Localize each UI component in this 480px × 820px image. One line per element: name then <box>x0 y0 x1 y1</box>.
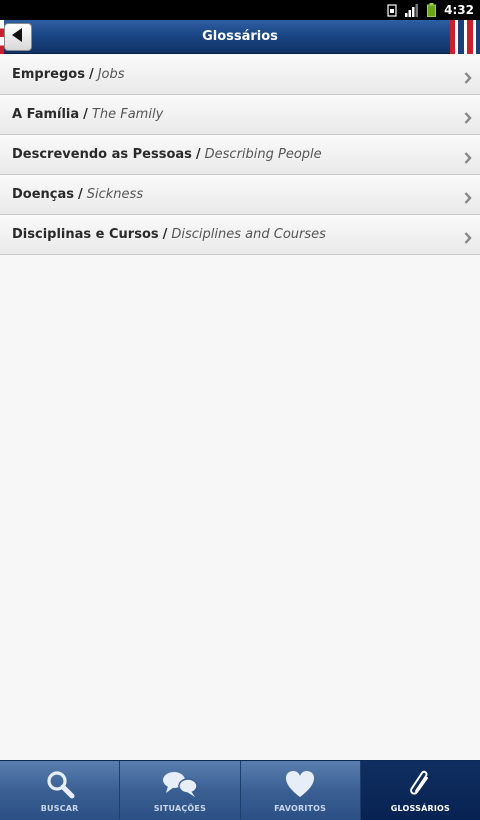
chat-bubbles-icon <box>160 769 200 799</box>
tab-label: FAVORITOS <box>274 804 327 813</box>
chevron-right-icon <box>464 189 472 208</box>
heart-icon <box>285 769 315 799</box>
glossary-en-label: Jobs <box>97 67 125 82</box>
list-item-familia[interactable]: A Família / The Family <box>0 95 480 135</box>
bottom-tab-bar: BUSCAR SITUAÇÕES FAVORITOS GLOSSÁRIOS <box>0 760 480 820</box>
chevron-right-icon <box>464 229 472 248</box>
list-item-empregos[interactable]: Empregos / Jobs <box>0 55 480 95</box>
chevron-right-icon <box>464 109 472 128</box>
signal-icon <box>405 3 419 17</box>
tab-label: GLOSSÁRIOS <box>390 804 450 813</box>
glossary-en-label: The Family <box>91 107 164 122</box>
tab-label: BUSCAR <box>40 804 79 813</box>
glossary-en-label: Describing People <box>204 147 322 162</box>
list-item-pessoas[interactable]: Descrevendo as Pessoas / Describing Peop… <box>0 135 480 175</box>
glossary-en-label: Disciplines and Courses <box>171 227 326 242</box>
separator: / <box>78 187 83 202</box>
separator: / <box>88 67 94 82</box>
chevron-right-icon <box>464 149 472 168</box>
list-item-disciplinas[interactable]: Disciplinas e Cursos / Disciplines and C… <box>0 215 480 255</box>
glossary-pt-label: A Família <box>12 107 80 122</box>
page-title: Glossários <box>202 29 278 44</box>
glossary-list: Empregos / Jobs A Família / The Family D… <box>0 55 480 255</box>
glossary-en-label: Sickness <box>86 187 144 202</box>
screen: 4:32 Glossários Empregos / Jobs A Famíli… <box>0 0 480 820</box>
status-bar: 4:32 <box>0 0 480 20</box>
battery-icon <box>427 3 437 17</box>
list-item-doencas[interactable]: Doenças / Sickness <box>0 175 480 215</box>
tab-glossarios[interactable]: GLOSSÁRIOS <box>360 761 480 820</box>
tab-buscar[interactable]: BUSCAR <box>0 761 121 820</box>
paperclip-icon <box>407 769 433 799</box>
tab-situacoes[interactable]: SITUAÇÕES <box>120 761 241 820</box>
separator: / <box>83 107 88 122</box>
tab-label: SITUAÇÕES <box>153 804 207 813</box>
separator: / <box>195 147 201 162</box>
glossary-pt-label: Empregos <box>12 67 85 82</box>
title-bar: Glossários <box>0 20 480 54</box>
glossary-pt-label: Disciplinas e Cursos <box>12 227 159 242</box>
clock: 4:32 <box>444 3 474 17</box>
glossary-pt-label: Doenças <box>12 187 75 202</box>
tab-favoritos[interactable]: FAVORITOS <box>240 761 361 820</box>
separator: / <box>162 227 168 242</box>
flag-stripes-right <box>450 20 480 54</box>
search-icon <box>45 769 75 799</box>
chevron-right-icon <box>464 69 472 88</box>
glossary-pt-label: Descrevendo as Pessoas <box>12 147 192 162</box>
sim-card-icon <box>387 3 397 17</box>
